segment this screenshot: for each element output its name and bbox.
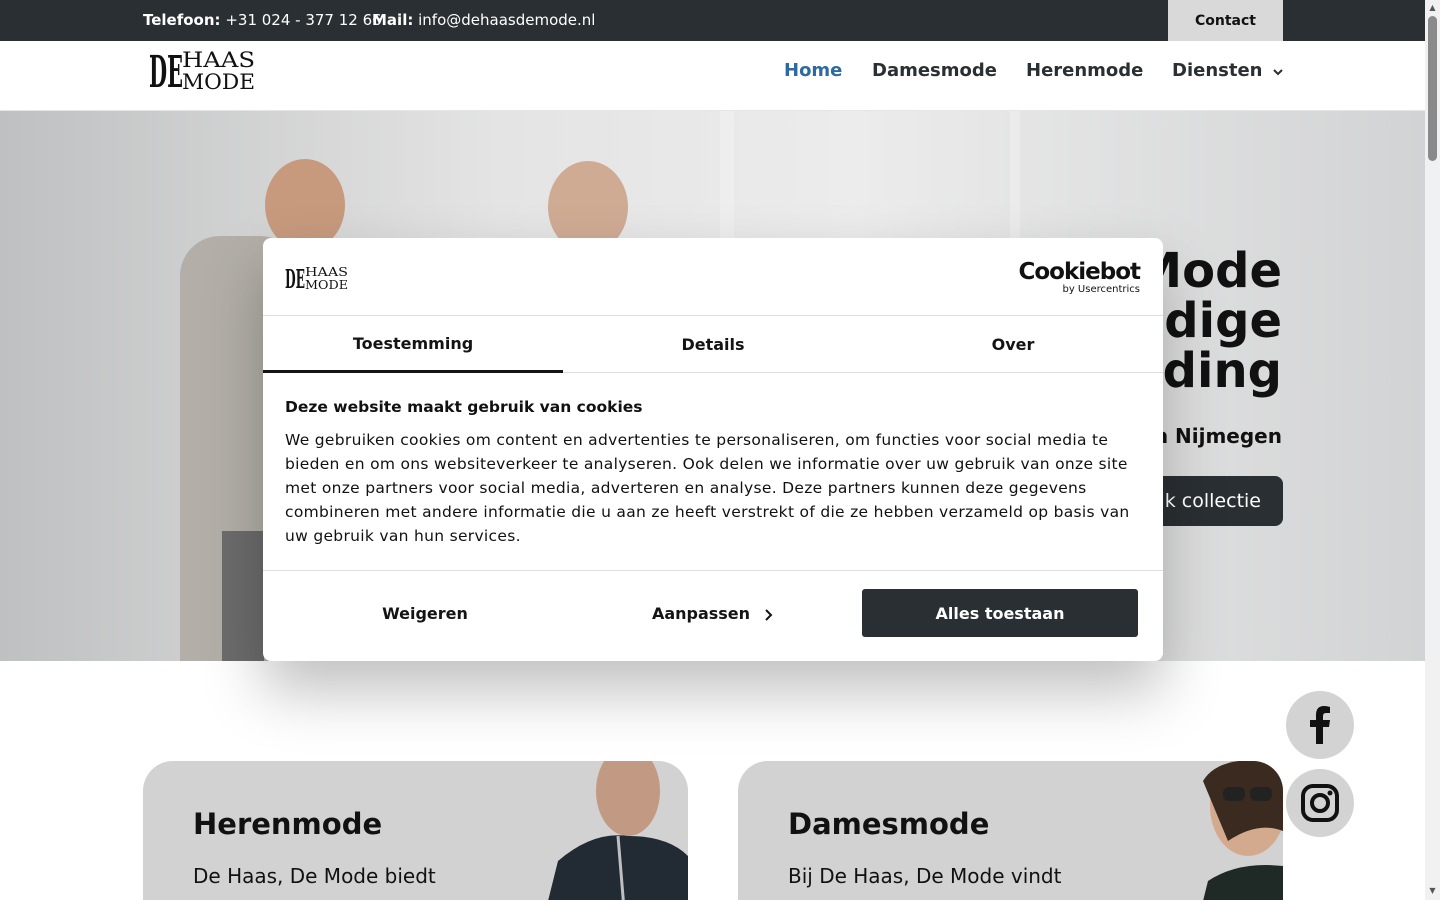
nav-diensten[interactable]: Diensten — [1172, 60, 1283, 81]
cookie-heading: Deze website maakt gebruik van cookies — [285, 398, 643, 416]
cookie-body: Deze website maakt gebruik van cookies W… — [285, 398, 1141, 548]
cookie-consent-dialog: DE HAAS MODE Cookiebot by Usercentrics T… — [263, 238, 1163, 661]
card-damesmode[interactable]: Damesmode Bij De Haas, De Mode vindt — [738, 761, 1283, 900]
facebook-button[interactable] — [1286, 691, 1354, 759]
svg-text:MODE: MODE — [182, 70, 255, 91]
scrollbar-thumb[interactable] — [1428, 16, 1437, 161]
phone-info[interactable]: Telefoon: +31 024 - 377 12 66 — [143, 11, 382, 29]
card-herenmode[interactable]: Herenmode De Haas, De Mode biedt — [143, 761, 688, 900]
site-header: DE HAAS MODE Home Damesmode Herenmode Di… — [0, 41, 1425, 111]
hero-model-man-trousers — [222, 531, 264, 661]
allow-all-button[interactable]: Alles toestaan — [862, 589, 1138, 637]
svg-text:HAAS: HAAS — [305, 265, 348, 279]
svg-text:HAAS: HAAS — [182, 48, 255, 72]
hero-subtitle: n Nijmegen — [1153, 424, 1282, 448]
scroll-down-arrow-icon[interactable]: ▼ — [1428, 886, 1437, 895]
cookie-body-text: We gebruiken cookies om content en adver… — [285, 431, 1130, 545]
cookiebot-brand: Cookiebot — [1018, 259, 1141, 285]
chevron-right-icon — [765, 608, 773, 621]
mail-info[interactable]: Mail: info@dehaasdemode.nl — [372, 11, 595, 29]
nav-damesmode[interactable]: Damesmode — [872, 60, 997, 81]
facebook-icon — [1310, 706, 1330, 744]
phone-value[interactable]: +31 024 - 377 12 66 — [225, 11, 381, 29]
card-image-man — [548, 761, 688, 900]
top-bar: Telefoon: +31 024 - 377 12 66 Mail: info… — [0, 0, 1425, 41]
cookie-tabs: Toestemming Details Over — [263, 315, 1163, 373]
tab-details[interactable]: Details — [563, 316, 863, 373]
card-title: Damesmode — [788, 807, 990, 841]
site-logo[interactable]: DE HAAS MODE — [149, 47, 257, 91]
card-title: Herenmode — [193, 807, 383, 841]
cookiebot-logo[interactable]: Cookiebot by Usercentrics — [1018, 259, 1141, 295]
mail-value[interactable]: info@dehaasdemode.nl — [418, 11, 595, 29]
svg-text:DE: DE — [285, 265, 305, 290]
nav-home[interactable]: Home — [784, 60, 842, 81]
scroll-up-arrow-icon[interactable]: ▲ — [1428, 3, 1437, 12]
phone-label: Telefoon: — [143, 11, 221, 29]
card-image-woman — [1203, 761, 1283, 900]
instagram-button[interactable] — [1286, 769, 1354, 837]
tab-over[interactable]: Over — [863, 316, 1163, 373]
page: Telefoon: +31 024 - 377 12 66 Mail: info… — [0, 0, 1440, 900]
page-scrollbar[interactable]: ▲ ▼ — [1425, 0, 1440, 900]
dialog-site-logo: DE HAAS MODE — [285, 265, 348, 290]
customize-label: Aanpassen — [651, 603, 751, 623]
mail-label: Mail: — [372, 11, 414, 29]
card-text: De Haas, De Mode biedt — [193, 864, 436, 888]
contact-button[interactable]: Contact — [1168, 0, 1283, 41]
card-text: Bij De Haas, De Mode vindt — [788, 864, 1062, 888]
svg-text:DE: DE — [149, 47, 183, 91]
cookie-actions: Weigeren Aanpassen Alles toestaan — [263, 570, 1163, 661]
customize-button[interactable]: Aanpassen — [573, 589, 853, 637]
svg-text:MODE: MODE — [305, 278, 348, 290]
nav-herenmode[interactable]: Herenmode — [1026, 60, 1143, 81]
instagram-icon — [1301, 784, 1339, 822]
deny-button[interactable]: Weigeren — [285, 589, 565, 637]
nav-diensten-label: Diensten — [1172, 60, 1263, 81]
tab-toestemming[interactable]: Toestemming — [263, 316, 563, 373]
cookiebot-brand-sub: by Usercentrics — [1062, 284, 1140, 295]
chevron-down-icon — [1273, 69, 1283, 76]
